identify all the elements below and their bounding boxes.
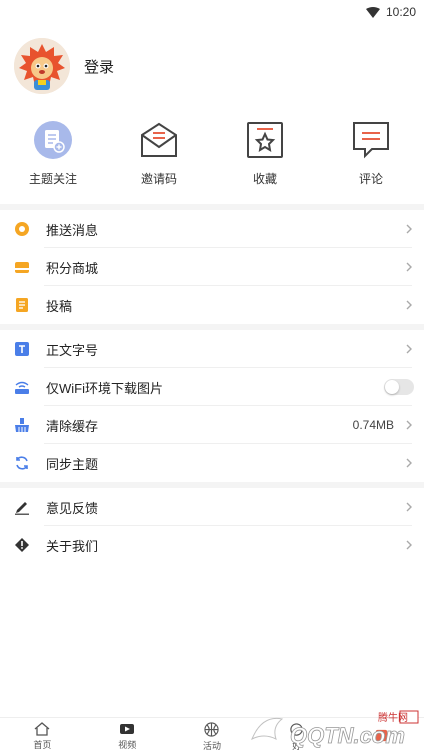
menu-item-about[interactable]: 关于我们 [0, 526, 424, 564]
quick-comments[interactable]: 评论 [331, 120, 411, 186]
menu-label: 关于我们 [46, 538, 99, 554]
menu-item-mall[interactable]: 积分商城 [0, 248, 424, 286]
tab4-icon [290, 722, 303, 736]
envelope-icon [137, 120, 181, 160]
doc-add-icon [31, 120, 75, 160]
wifi-signal-icon [365, 6, 380, 18]
menu-label: 意见反馈 [46, 500, 99, 516]
info-diamond-icon [14, 537, 30, 553]
video-icon [120, 724, 135, 734]
menu-label: 仅WiFi环境下载图片 [46, 380, 163, 396]
basketball-icon [204, 721, 220, 737]
pen-icon [14, 499, 30, 515]
wifi-image-icon [14, 379, 30, 395]
chevron-right-icon [406, 224, 412, 234]
tab-4[interactable]: 好 [254, 718, 339, 755]
sync-icon [14, 455, 30, 471]
font-size-icon [14, 341, 30, 357]
menu-group-2: 正文字号 仅WiFi环境下载图片 清除缓存 0.74MB 同步主题 [0, 330, 424, 482]
quick-label: 主题关注 [28, 172, 77, 186]
mall-icon [14, 259, 30, 275]
menu-label: 积分商城 [46, 260, 99, 276]
chevron-right-icon [406, 420, 412, 430]
menu-group-1: 推送消息 积分商城 投稿 [0, 210, 424, 324]
wifi-only-toggle[interactable] [384, 379, 414, 395]
toggle-knob [385, 380, 399, 394]
quick-favorites[interactable]: 收藏 [225, 120, 305, 186]
quick-label: 评论 [358, 172, 383, 186]
tab-activity[interactable]: 活动 [170, 718, 255, 755]
login-label[interactable]: 登录 [84, 56, 114, 77]
menu-item-submit[interactable]: 投稿 [0, 286, 424, 324]
menu-item-sync-theme[interactable]: 同步主题 [0, 444, 424, 482]
tab-label: 活动 [202, 740, 221, 751]
tab-5[interactable] [339, 718, 424, 755]
menu-label: 正文字号 [46, 342, 99, 358]
tab-home[interactable]: 首页 [0, 718, 85, 755]
tab-video[interactable]: 视频 [85, 718, 170, 755]
submit-icon [14, 297, 30, 313]
cache-size: 0.74MB [352, 418, 394, 432]
tab5-icon [375, 729, 388, 742]
chevron-right-icon [406, 502, 412, 512]
menu-item-feedback[interactable]: 意见反馈 [0, 488, 424, 526]
bookmark-star-icon [243, 120, 287, 160]
profile-header[interactable]: 登录 [0, 24, 424, 108]
avatar[interactable] [14, 38, 70, 94]
menu-label: 同步主题 [46, 456, 99, 472]
status-time: 10:20 [385, 5, 416, 19]
quick-label: 收藏 [252, 172, 277, 186]
menu-label: 推送消息 [46, 222, 99, 238]
quick-actions: 主题关注 邀请码 收藏 评论 [0, 108, 424, 204]
lion-avatar-icon [14, 38, 70, 94]
chevron-right-icon [406, 540, 412, 550]
menu-group-3: 意见反馈 关于我们 [0, 488, 424, 564]
menu-label: 清除缓存 [46, 418, 99, 434]
menu-item-wifi-only[interactable]: 仅WiFi环境下载图片 [0, 368, 424, 406]
menu-item-push[interactable]: 推送消息 [0, 210, 424, 248]
home-icon [34, 722, 50, 736]
menu-item-clear-cache[interactable]: 清除缓存 0.74MB [0, 406, 424, 444]
broom-icon [14, 417, 30, 433]
chevron-right-icon [406, 458, 412, 468]
tab-label: 好 [292, 740, 302, 751]
tab-label: 首页 [33, 740, 52, 750]
menu-label: 投稿 [46, 298, 73, 314]
bottom-tabbar: 首页 视频 活动 好 [0, 717, 424, 755]
quick-invite-code[interactable]: 邀请码 [119, 120, 199, 186]
chevron-right-icon [406, 300, 412, 310]
menu-item-font-size[interactable]: 正文字号 [0, 330, 424, 368]
quick-label: 邀请码 [140, 172, 177, 186]
quick-topic-follow[interactable]: 主题关注 [13, 120, 93, 186]
push-icon [14, 221, 30, 237]
chevron-right-icon [406, 262, 412, 272]
chevron-right-icon [406, 344, 412, 354]
comment-icon [349, 120, 393, 160]
tab-label: 视频 [118, 740, 137, 750]
status-bar: 10:20 [0, 0, 424, 24]
